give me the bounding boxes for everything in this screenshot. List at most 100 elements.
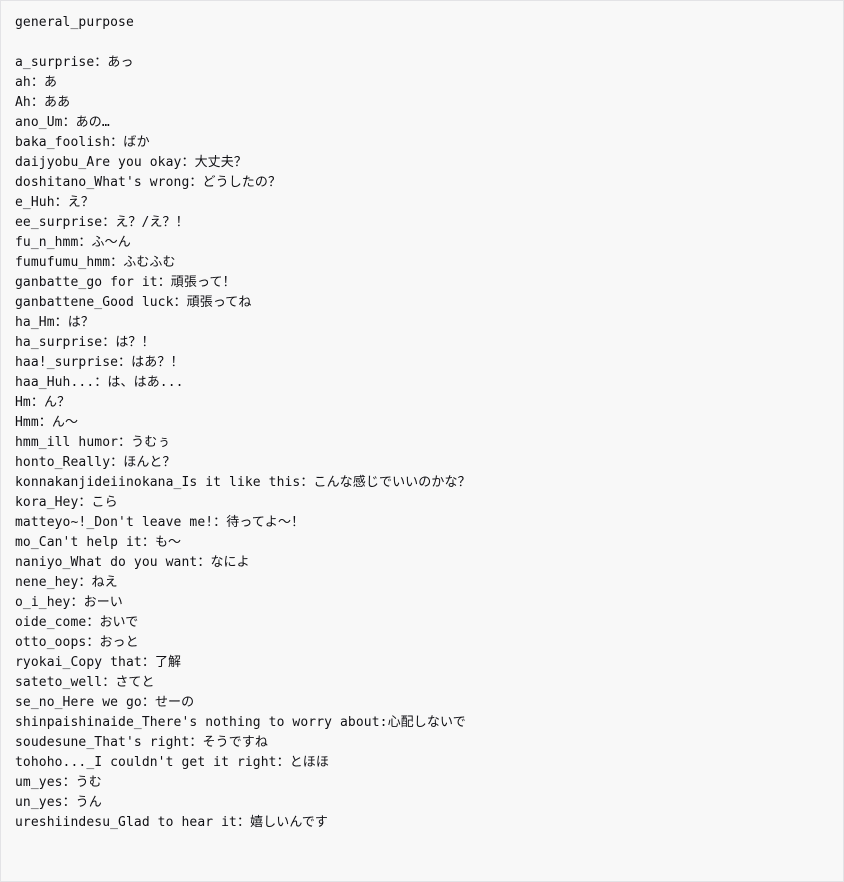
- entry-key: oide_come: [15, 615, 87, 630]
- list-item: ryokai_Copy that：了解: [15, 653, 843, 673]
- entry-value: 頑張ってね: [186, 295, 252, 310]
- entry-value: え？/え？！: [115, 215, 189, 230]
- entry-key: haa_Huh...: [15, 375, 95, 390]
- entry-value: そうですね: [202, 735, 269, 750]
- entry-key: a_surprise: [15, 55, 95, 70]
- section-title: general_purpose: [15, 15, 134, 30]
- entry-separator: ：: [78, 495, 92, 510]
- list-item: Hmm：ん〜: [15, 413, 843, 433]
- entry-separator: ：: [70, 595, 84, 610]
- entry-key: fu_n_hmm: [15, 235, 79, 250]
- list-item: honto_Really：ほんと？: [15, 453, 843, 473]
- entry-value: 大丈夫？: [194, 155, 247, 170]
- entry-separator: ：: [110, 455, 124, 470]
- list-item: ee_surprise：え？/え？！: [15, 213, 843, 233]
- entry-separator: ：: [118, 435, 132, 450]
- entry-value: ほんと？: [123, 455, 176, 470]
- list-item: daijyobu_Are you okay：大丈夫？: [15, 153, 843, 173]
- entry-separator: ：: [102, 675, 116, 690]
- content-area: general_purpose a_surprise：あっ ah：あ Ah：ああ an…: [1, 1, 843, 833]
- entry-separator: ：: [141, 655, 155, 670]
- entry-separator: ：: [276, 755, 290, 770]
- entry-value: ああ: [43, 95, 71, 110]
- entry-separator: ：: [189, 735, 203, 750]
- entry-value: ふむふむ: [123, 255, 176, 270]
- entry-separator: ：: [94, 55, 108, 70]
- entry-key: tohoho..._I couldn't get it right: [15, 755, 277, 770]
- list-item: fumufumu_hmm：ふむふむ: [15, 253, 843, 273]
- entry-key: ah: [15, 75, 31, 90]
- entry-key: ryokai_Copy that: [15, 655, 142, 670]
- list-item: tohoho..._I couldn't get it right：とほほ: [15, 753, 843, 773]
- entry-key: shinpaishinaide_There's nothing to worry…: [15, 715, 380, 730]
- entry-key: kora_Hey: [15, 495, 79, 510]
- entry-value: は？: [67, 315, 94, 330]
- entry-value: は？！: [115, 335, 155, 350]
- entry-key: Hm: [15, 395, 31, 410]
- entry-separator: ：: [30, 75, 44, 90]
- entry-separator: ：: [110, 255, 124, 270]
- list-item: un_yes：うん: [15, 793, 843, 813]
- list-item: a_surprise：あっ: [15, 53, 843, 73]
- entry-value: さてと: [115, 675, 155, 690]
- entry-separator: ：: [30, 95, 44, 110]
- entry-key: se_no_Here we go: [15, 695, 142, 710]
- list-item: baka_foolish：ばか: [15, 133, 843, 153]
- list-item: e_Huh：え？: [15, 193, 843, 213]
- entry-key: e_Huh: [15, 195, 55, 210]
- list-item: fu_n_hmm：ふ〜ん: [15, 233, 843, 253]
- entry-value: 了解: [154, 655, 182, 670]
- entry-separator: ：: [102, 215, 116, 230]
- list-item: sateto_well：さてと: [15, 673, 843, 693]
- entry-value: ねえ: [91, 575, 118, 590]
- entry-separator: ：: [62, 115, 76, 130]
- entry-separator: ：: [141, 695, 155, 710]
- title-spacer: [15, 33, 843, 53]
- list-item: hmm_ill humor：うむぅ: [15, 433, 843, 453]
- entry-value: うむ: [75, 775, 102, 790]
- list-item: naniyo_What do you want：なによ: [15, 553, 843, 573]
- entry-separator: ：: [173, 295, 187, 310]
- entry-key: nene_hey: [15, 575, 79, 590]
- entry-key: Ah: [15, 95, 31, 110]
- entry-separator: ：: [94, 375, 108, 390]
- entry-value: とほほ: [289, 755, 330, 770]
- list-item: ganbattene_Good luck：頑張ってね: [15, 293, 843, 313]
- entry-separator: ：: [110, 135, 124, 150]
- entry-key: mo_Can't help it: [15, 535, 142, 550]
- entry-key: doshitano_What's wrong: [15, 175, 190, 190]
- entry-separator: ：: [213, 515, 227, 530]
- entry-key: honto_Really: [15, 455, 111, 470]
- entry-list: a_surprise：あっ ah：あ Ah：ああ ano_Um：あの… baka_foo…: [15, 53, 843, 833]
- list-item: ha_surprise：は？！: [15, 333, 843, 353]
- entry-separator: ：: [181, 155, 195, 170]
- entry-key: ano_Um: [15, 115, 63, 130]
- entry-key: baka_foolish: [15, 135, 111, 150]
- list-item: Hm：ん？: [15, 393, 843, 413]
- entry-value: ふ〜ん: [91, 235, 131, 250]
- entry-separator: ：: [78, 575, 92, 590]
- entry-separator: ：: [300, 475, 314, 490]
- entry-key: un_yes: [15, 795, 63, 810]
- entry-separator: ：: [118, 355, 132, 370]
- entry-separator: ：: [62, 775, 76, 790]
- entry-key: o_i_hey: [15, 595, 71, 610]
- entry-value: こんな感じでいいのかな？: [313, 475, 471, 490]
- list-item: kora_Hey：こら: [15, 493, 843, 513]
- entry-value: も〜: [154, 535, 182, 550]
- entry-separator: ：: [86, 635, 100, 650]
- list-item: um_yes：うむ: [15, 773, 843, 793]
- entry-separator: ：: [54, 195, 68, 210]
- list-item: ano_Um：あの…: [15, 113, 843, 133]
- entry-value: おっと: [99, 635, 139, 650]
- entry-separator: ：: [62, 795, 76, 810]
- entry-value: ん〜: [51, 415, 79, 430]
- entry-value: おーい: [83, 595, 123, 610]
- entry-separator: :: [379, 715, 388, 730]
- entry-value: ばか: [123, 135, 150, 150]
- entry-separator: ：: [38, 415, 52, 430]
- list-item: nene_hey：ねえ: [15, 573, 843, 593]
- entry-key: ganbattene_Good luck: [15, 295, 174, 310]
- list-item: matteyo~!_Don't leave me!：待ってよ〜！: [15, 513, 843, 533]
- list-item: ganbatte_go for it：頑張って！: [15, 273, 843, 293]
